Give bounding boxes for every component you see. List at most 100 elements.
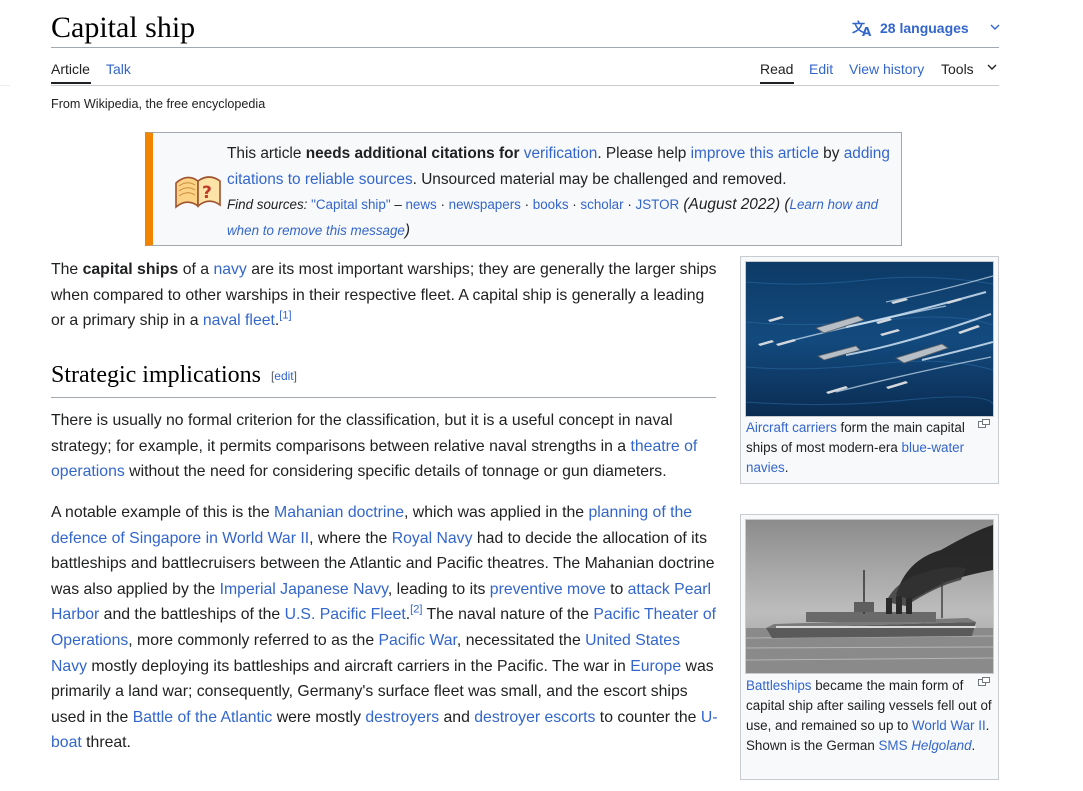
section-edit: [edit] xyxy=(271,369,297,383)
notice-bold: needs additional citations for xyxy=(305,145,524,162)
battle-of-the-atlantic-link[interactable]: Battle of the Atlantic xyxy=(133,709,273,726)
us-pacific-fleet-link[interactable]: U.S. Pacific Fleet xyxy=(285,606,406,623)
battleship-helgoland-picture xyxy=(746,520,993,673)
tab-read[interactable]: Read xyxy=(760,60,793,78)
left-divider xyxy=(0,85,10,86)
battleship-helgoland-image[interactable] xyxy=(745,519,994,674)
source-scholar-link[interactable]: scholar xyxy=(580,197,623,212)
destroyers-link[interactable]: destroyers xyxy=(365,709,439,726)
royal-navy-link[interactable]: Royal Navy xyxy=(392,530,473,547)
source-query-link[interactable]: "Capital ship" xyxy=(311,197,390,212)
bold-term: capital ships xyxy=(82,261,179,278)
reference-1-link[interactable]: [1] xyxy=(279,310,291,322)
mahanian-doctrine-link[interactable]: Mahanian doctrine xyxy=(274,504,404,521)
destroyer-escorts-link[interactable]: destroyer escorts xyxy=(474,709,595,726)
section-edit-link[interactable]: edit xyxy=(274,369,293,383)
improve-article-link[interactable]: improve this article xyxy=(691,145,819,162)
tools-menu[interactable]: Tools xyxy=(941,60,974,78)
text: without the need for considering specifi… xyxy=(124,463,667,481)
aircraft-carrier-fleet-picture xyxy=(746,262,993,416)
source-books-link[interactable]: books xyxy=(533,197,569,212)
text: , leading to its xyxy=(387,580,490,598)
tab-view-history[interactable]: View history xyxy=(849,60,924,78)
aircraft-carriers-link[interactable]: Aircraft carriers xyxy=(746,420,837,435)
text: The naval nature of the xyxy=(422,606,594,624)
separator: – xyxy=(390,197,406,212)
languages-label: 28 languages xyxy=(880,20,969,36)
naval-fleet-link[interactable]: naval fleet xyxy=(203,312,275,329)
notice-date: (August 2022) xyxy=(679,196,781,213)
tab-talk[interactable]: Talk xyxy=(106,60,131,78)
europe-link[interactable]: Europe xyxy=(630,658,681,675)
text: , which was applied in the xyxy=(404,504,589,521)
caption-text: . xyxy=(784,460,789,475)
navy-link[interactable]: navy xyxy=(213,261,246,278)
tab-article-underline xyxy=(51,82,91,84)
tab-read-underline xyxy=(760,82,794,84)
separator: · xyxy=(520,197,533,212)
caption-text: . xyxy=(971,738,976,753)
source-news-link[interactable]: news xyxy=(405,197,436,212)
preventive-move-link[interactable]: preventive move xyxy=(490,581,606,598)
text: were mostly xyxy=(272,708,366,726)
source-jstor-link[interactable]: JSTOR xyxy=(636,197,680,212)
body-paragraph-1: There is usually no formal criterion for… xyxy=(51,408,719,485)
body-paragraph-2: A notable example of this is the Mahania… xyxy=(51,500,719,756)
citation-notice: ? This article needs additional citation… xyxy=(145,132,902,246)
paren: ) xyxy=(404,221,411,239)
translate-icon: 文 A xyxy=(852,20,872,37)
imperial-japanese-navy-link[interactable]: Imperial Japanese Navy xyxy=(220,581,388,598)
notice-text: . Please help xyxy=(597,145,691,162)
notice-text: by xyxy=(818,145,844,162)
sms-helgoland-link[interactable]: SMS Helgoland xyxy=(878,738,971,753)
link-text-italic: Helgoland xyxy=(911,738,972,753)
section-heading-text: Strategic implications xyxy=(51,362,261,388)
thumbnail-caption-1: Aircraft carriers form the main capital … xyxy=(746,418,992,478)
verification-link[interactable]: verification xyxy=(524,145,598,162)
text: of a xyxy=(178,261,214,278)
separator: · xyxy=(623,197,636,212)
citation-notice-text: This article needs additional citations … xyxy=(227,141,902,243)
text: , where the xyxy=(309,529,392,547)
notice-text: This article xyxy=(227,145,306,162)
text: to counter the xyxy=(595,708,701,726)
bracket: ] xyxy=(293,369,297,384)
text: and the battleships of the xyxy=(99,606,285,624)
languages-button[interactable]: 文 A 28 languages xyxy=(852,19,1001,37)
section-heading: Strategic implications [edit] xyxy=(51,362,297,389)
thumbnail-caption-2: Battleships became the main form of capi… xyxy=(746,676,992,756)
text: , more commonly referred to as the xyxy=(128,631,379,649)
page-title: Capital ship xyxy=(51,11,196,44)
tabs-divider xyxy=(51,85,999,86)
text: mostly deploying its battleships and air… xyxy=(87,657,631,675)
reference-2-link[interactable]: [2] xyxy=(410,604,422,616)
tab-edit[interactable]: Edit xyxy=(809,60,833,78)
notice-text: . Unsourced material may be challenged a… xyxy=(412,170,787,188)
tools-chevron-down-icon[interactable] xyxy=(986,64,998,72)
source-newspapers-link[interactable]: newspapers xyxy=(449,197,521,212)
find-sources-label: Find sources: xyxy=(227,197,312,212)
text: A notable example of this is the xyxy=(51,504,275,521)
aircraft-carrier-fleet-image[interactable] xyxy=(745,261,994,417)
svg-text:?: ? xyxy=(202,183,212,203)
thumbnail-battleships: Battleships became the main form of capi… xyxy=(740,514,999,780)
paren: ( xyxy=(780,196,790,213)
svg-text:A: A xyxy=(862,25,872,37)
text: The xyxy=(51,261,83,278)
separator: · xyxy=(436,197,449,212)
world-war-ii-link[interactable]: World War II xyxy=(912,718,986,733)
intro-paragraph: The capital ships of a navy are its most… xyxy=(51,257,719,334)
tab-article[interactable]: Article xyxy=(51,60,90,78)
battleships-link[interactable]: Battleships xyxy=(746,678,812,693)
link-text: SMS xyxy=(878,738,912,753)
thumbnail-aircraft-carriers: Aircraft carriers form the main capital … xyxy=(740,256,999,484)
section-divider xyxy=(51,397,716,398)
text: and xyxy=(439,708,475,726)
text: There is usually no formal criterion for… xyxy=(51,412,673,455)
tagline: From Wikipedia, the free encyclopedia xyxy=(51,97,266,111)
pacific-war-link[interactable]: Pacific War xyxy=(379,632,457,649)
separator: · xyxy=(568,197,581,212)
tools-label: Tools xyxy=(941,61,974,77)
chevron-down-icon xyxy=(990,24,1000,30)
title-divider xyxy=(51,47,999,48)
